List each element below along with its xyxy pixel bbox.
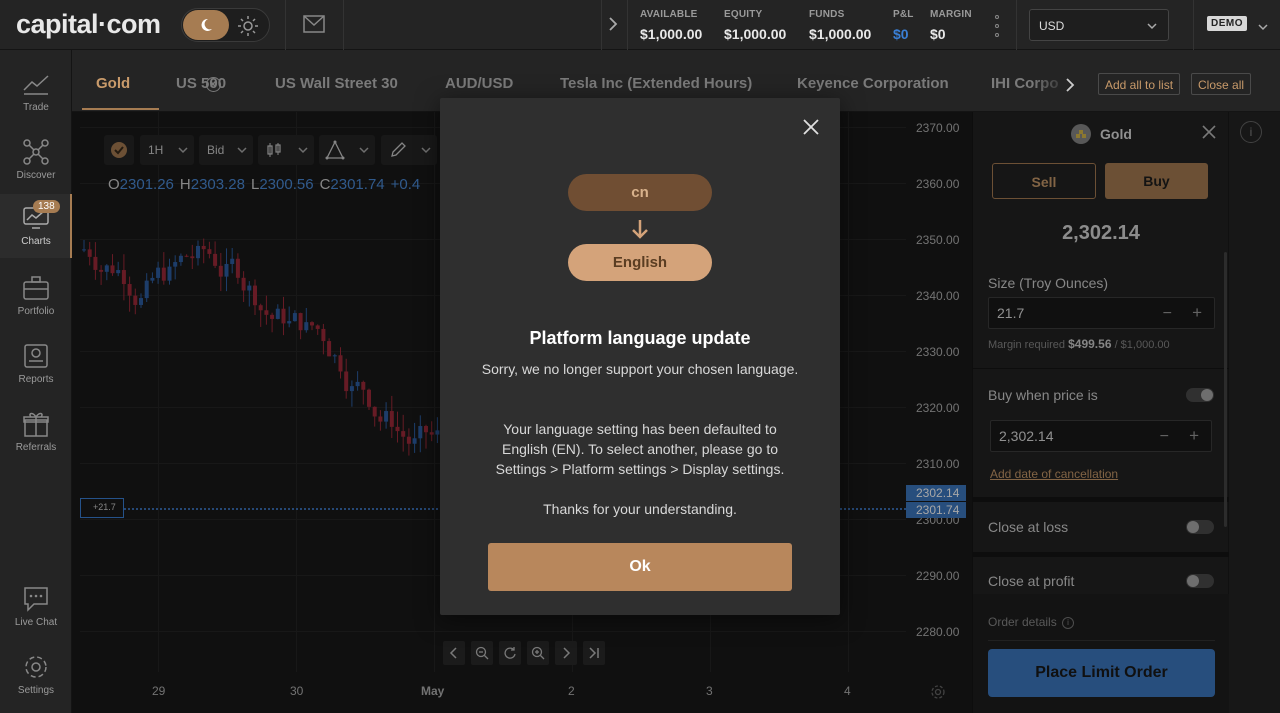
- tab-keyence[interactable]: Keyence Corporation: [797, 75, 949, 92]
- sidebar-item-label: Referrals: [15, 442, 57, 453]
- stat-value: $1,000.00: [724, 26, 787, 42]
- sidebar-item-label: Reports: [18, 374, 54, 385]
- divider: [1193, 0, 1194, 50]
- tab-us-wall-street-30[interactable]: US Wall Street 30: [275, 75, 398, 92]
- stat-label: P&L: [893, 9, 914, 20]
- sidebar-item-label: Discover: [16, 170, 56, 181]
- sidebar-item-label: Trade: [23, 102, 49, 113]
- sidebar-item-label: Portfolio: [17, 306, 55, 317]
- dialog-paragraph: Your language setting has been defaulted…: [495, 421, 785, 477]
- stat-value: $0: [893, 26, 909, 42]
- stat-value: $1,000.00: [809, 26, 872, 42]
- reports-icon: [22, 342, 50, 370]
- stat-pnl: P&L $0: [893, 9, 914, 42]
- sidebar-item-portfolio[interactable]: Portfolio: [0, 264, 72, 328]
- sidebar-item-reports[interactable]: Reports: [0, 332, 72, 396]
- divider: [285, 0, 286, 50]
- stat-available: AVAILABLE $1,000.00: [640, 9, 702, 42]
- demo-badge[interactable]: DEMO: [1207, 16, 1247, 31]
- previous-language: cn: [568, 174, 712, 211]
- theme-toggle[interactable]: [181, 8, 270, 42]
- divider: [1016, 0, 1017, 50]
- moon-icon: [183, 10, 229, 40]
- arrow-down-icon: [631, 218, 649, 245]
- sidebar-item-settings[interactable]: Settings: [0, 643, 72, 707]
- stat-label: EQUITY: [724, 9, 763, 20]
- new-language: English: [568, 244, 712, 281]
- divider: [343, 0, 344, 50]
- sidebar-item-label: Settings: [17, 685, 55, 696]
- briefcase-icon: [22, 274, 50, 302]
- dialog-paragraph: Thanks for your understanding.: [543, 501, 737, 517]
- tab-gold[interactable]: Gold: [96, 75, 130, 92]
- ok-button[interactable]: Ok: [488, 543, 792, 591]
- charts-badge: 138: [33, 200, 60, 213]
- tab-us500[interactable]: US 500: [176, 75, 226, 92]
- stat-value: $1,000.00: [640, 26, 703, 42]
- sidebar-item-trade[interactable]: Trade: [0, 60, 72, 124]
- trade-chart-icon: [22, 70, 50, 98]
- currency-select[interactable]: USD: [1029, 9, 1169, 41]
- more-vertical-icon[interactable]: [992, 15, 1002, 37]
- discover-nodes-icon: [22, 138, 50, 166]
- currency-value: USD: [1039, 19, 1065, 33]
- stat-label: FUNDS: [809, 9, 845, 20]
- active-tab-indicator: [82, 108, 159, 110]
- stat-margin: MARGIN $0: [930, 9, 972, 42]
- sun-icon: [237, 15, 259, 42]
- gift-icon: [22, 410, 50, 438]
- brand-logo[interactable]: capital·com: [16, 9, 161, 40]
- chat-icon: [22, 585, 50, 613]
- top-bar: capital·com AVAILABLE $1,000.00 EQUITY $…: [0, 0, 1280, 50]
- add-all-to-list-button[interactable]: Add all to list: [1098, 73, 1181, 95]
- mail-icon[interactable]: [303, 15, 325, 38]
- sidebar-item-charts[interactable]: 138 Charts: [0, 194, 72, 258]
- chevron-down-icon[interactable]: [1257, 19, 1269, 37]
- sidebar-item-discover[interactable]: Discover: [0, 128, 72, 192]
- chevron-right-icon[interactable]: [1064, 76, 1076, 99]
- stat-label: AVAILABLE: [640, 9, 698, 20]
- sidebar-item-label: Charts: [21, 236, 51, 247]
- stat-funds: FUNDS $1,000.00: [809, 9, 871, 42]
- stat-value: $0: [930, 26, 946, 42]
- sidebar: Trade Discover 138 Charts Portfolio Repo…: [0, 50, 72, 713]
- stat-label: MARGIN: [930, 9, 972, 20]
- tab-aud-usd[interactable]: AUD/USD: [445, 75, 513, 92]
- sidebar-item-label: Live Chat: [14, 617, 58, 628]
- tab-tesla[interactable]: Tesla Inc (Extended Hours): [560, 75, 752, 92]
- tabs-fade: [1032, 50, 1087, 110]
- close-all-button[interactable]: Close all: [1191, 73, 1252, 95]
- dialog-title: Platform language update: [529, 328, 751, 348]
- gear-icon: [22, 653, 50, 681]
- dialog-paragraph: Sorry, we no longer support your chosen …: [481, 361, 799, 377]
- chevron-right-icon[interactable]: [607, 14, 619, 39]
- sidebar-item-referrals[interactable]: Referrals: [0, 400, 72, 464]
- stat-equity: EQUITY $1,000.00: [724, 9, 786, 42]
- sidebar-item-live-chat[interactable]: Live Chat: [0, 575, 72, 639]
- divider: [627, 0, 628, 50]
- language-update-dialog: cn English Platform language update Sorr…: [440, 98, 840, 615]
- close-icon[interactable]: [801, 117, 821, 142]
- divider: [601, 0, 602, 50]
- chevron-down-icon: [1146, 20, 1158, 34]
